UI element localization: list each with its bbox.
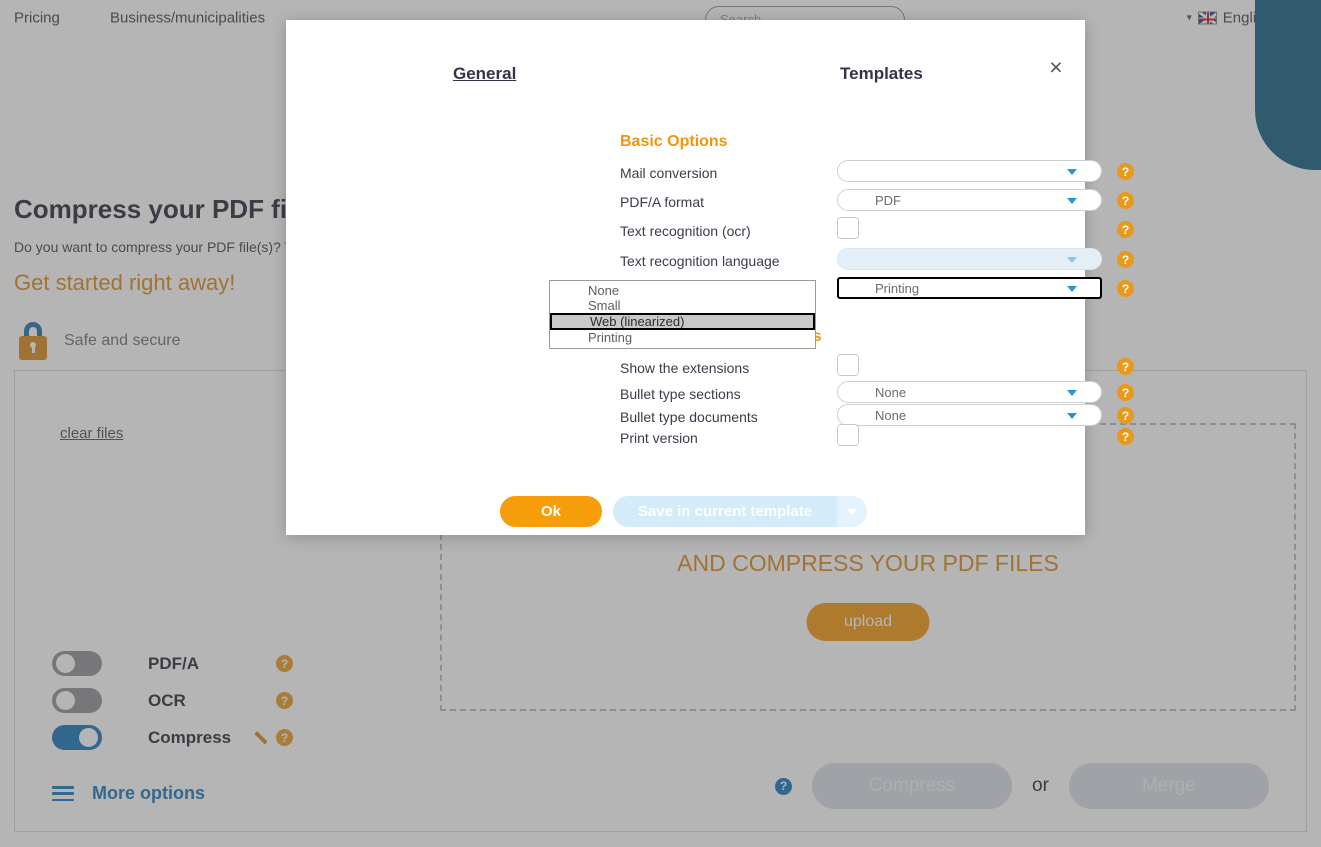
section-title-basic-options: Basic Options bbox=[620, 133, 728, 150]
select-pdfa-format[interactable]: PDF bbox=[837, 189, 1102, 211]
ok-button[interactable]: Ok bbox=[500, 496, 602, 527]
chevron-down-icon bbox=[1067, 169, 1077, 175]
field-label-pdfa-format: PDF/A format bbox=[620, 194, 705, 210]
field-row-text-recognition-language: Text recognition language ? bbox=[620, 248, 1134, 275]
help-icon-mail-conversion[interactable]: ? bbox=[1117, 163, 1134, 180]
field-row-pdfa-format: PDF/A format PDF ? bbox=[620, 189, 1134, 216]
dropdown-option-printing[interactable]: Printing bbox=[550, 330, 815, 345]
chevron-down-icon bbox=[847, 508, 857, 515]
dropdown-option-small[interactable]: Small bbox=[550, 298, 815, 313]
help-icon-show-the-extensions[interactable]: ? bbox=[1117, 358, 1134, 375]
field-row-show-the-extensions: Show the extensions ? bbox=[620, 354, 1134, 382]
select-value-pdfa-format: PDF bbox=[875, 193, 901, 208]
field-row-mail-conversion: Mail conversion ? bbox=[620, 160, 1134, 187]
dropdown-option-web-linearized[interactable]: Web (linearized) bbox=[550, 313, 815, 330]
select-value-bullet-type-documents: None bbox=[875, 408, 907, 423]
select-text-recognition-language[interactable] bbox=[837, 248, 1102, 270]
save-template-dropdown-toggle[interactable] bbox=[837, 496, 867, 527]
dropdown-list-pdf-optimization[interactable]: None Small Web (linearized) Printing bbox=[549, 280, 816, 349]
select-pdf-optimization[interactable]: Printing bbox=[837, 277, 1102, 299]
checkbox-show-the-extensions[interactable] bbox=[837, 354, 859, 376]
help-icon-pdf-optimization[interactable]: ? bbox=[1117, 280, 1134, 297]
tab-general[interactable]: General bbox=[453, 64, 516, 84]
app-root: Pricing Business/municipalities Search ▾… bbox=[0, 0, 1321, 847]
checkbox-print-version[interactable] bbox=[837, 424, 859, 446]
help-icon-pdfa-format[interactable]: ? bbox=[1117, 192, 1134, 209]
field-label-text-recognition-language: Text recognition language bbox=[620, 253, 780, 269]
chevron-down-icon bbox=[1067, 198, 1077, 204]
select-value-pdf-optimization: Printing bbox=[875, 281, 920, 296]
chevron-down-icon bbox=[1067, 390, 1077, 396]
dropdown-option-none[interactable]: None bbox=[550, 283, 815, 298]
field-label-bullet-type-sections: Bullet type sections bbox=[620, 386, 741, 402]
save-in-current-template-button[interactable]: Save in current template bbox=[613, 496, 837, 527]
dialog-tabs: General Templates bbox=[286, 64, 1085, 104]
field-label-mail-conversion: Mail conversion bbox=[620, 165, 718, 181]
chevron-down-icon bbox=[1067, 413, 1077, 419]
select-value-bullet-type-sections: None bbox=[875, 385, 907, 400]
help-icon-print-version[interactable]: ? bbox=[1117, 428, 1134, 445]
dialog-footer: Ok Save in current template bbox=[286, 496, 1085, 536]
settings-dialog: × General Templates Basic Options Mail c… bbox=[286, 20, 1134, 536]
help-icon-text-recognition-language[interactable]: ? bbox=[1117, 251, 1134, 268]
select-mail-conversion[interactable] bbox=[837, 160, 1102, 182]
field-row-text-recognition-ocr: Text recognition (ocr) ? bbox=[620, 217, 1134, 245]
field-label-show-the-extensions: Show the extensions bbox=[620, 360, 750, 376]
help-icon-text-recognition-ocr[interactable]: ? bbox=[1117, 221, 1134, 238]
field-label-text-recognition-ocr: Text recognition (ocr) bbox=[620, 223, 751, 239]
field-label-bullet-type-documents: Bullet type documents bbox=[620, 409, 758, 425]
help-icon-bullet-type-sections[interactable]: ? bbox=[1117, 384, 1134, 401]
chevron-down-icon bbox=[1067, 286, 1077, 292]
field-row-print-version: Print version ? bbox=[620, 424, 1134, 452]
help-icon-bullet-type-documents[interactable]: ? bbox=[1117, 407, 1134, 424]
checkbox-text-recognition-ocr[interactable] bbox=[837, 217, 859, 239]
field-label-print-version: Print version bbox=[620, 430, 698, 446]
select-bullet-type-documents[interactable]: None bbox=[837, 404, 1102, 426]
select-bullet-type-sections[interactable]: None bbox=[837, 381, 1102, 403]
chevron-down-icon bbox=[1067, 257, 1077, 263]
tab-templates[interactable]: Templates bbox=[840, 64, 923, 84]
